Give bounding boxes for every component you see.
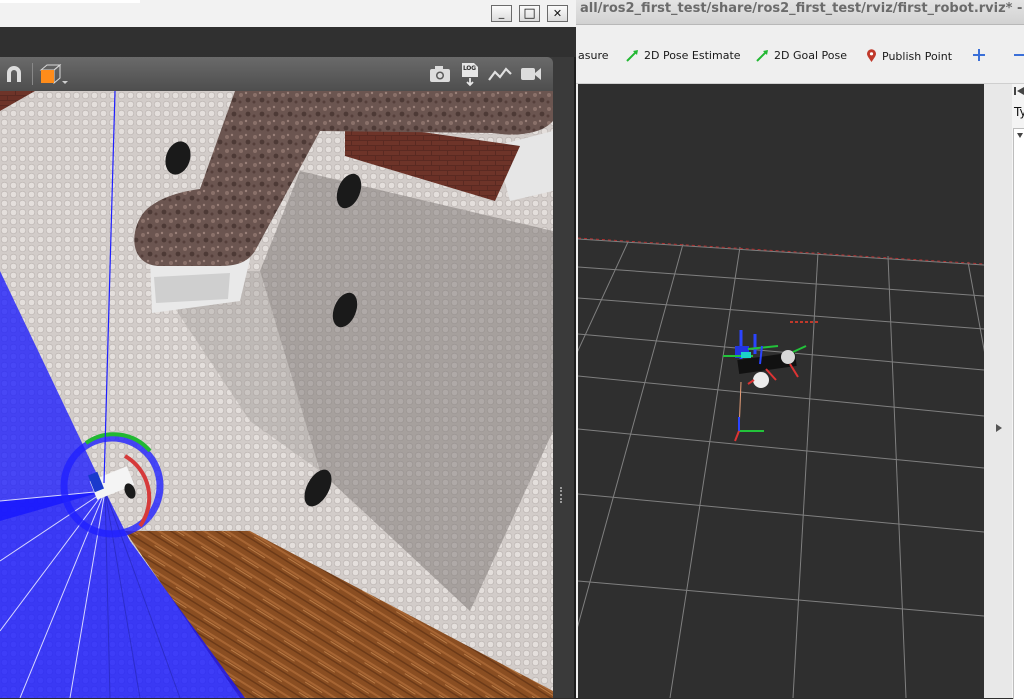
remove-tool-button[interactable] [1014, 49, 1024, 61]
maximize-button[interactable]: □ [519, 5, 540, 22]
tree-expand-icon[interactable] [1017, 133, 1023, 138]
robot-model [723, 330, 807, 388]
rviz-window-title: all/ros2_first_test/share/ros2_first_tes… [580, 1, 1024, 16]
titlebar-highlight [0, 0, 140, 3]
close-button[interactable]: ✕ [547, 5, 568, 22]
gazebo-side-splitter[interactable] [553, 57, 574, 698]
gazebo-view-toolbar: LOG [0, 57, 553, 91]
measure-tool-button[interactable]: asure [578, 49, 609, 62]
counter-cabinet-panel [154, 273, 230, 303]
plot-icon[interactable] [488, 66, 512, 82]
map-pin-icon [867, 49, 876, 62]
gazebo-scene-render [0, 91, 553, 698]
gazebo-menubar [0, 27, 576, 57]
rviz-panel-splitter[interactable] [984, 84, 1013, 698]
plus-icon [973, 49, 985, 61]
gazebo-3d-scene[interactable] [0, 91, 553, 698]
goal-pose-tool-label: 2D Goal Pose [774, 49, 847, 62]
green-arrow-icon [626, 50, 638, 62]
translucent-box-icon[interactable] [38, 62, 68, 86]
measure-tool-label: asure [578, 49, 609, 62]
gazebo-window: _ □ ✕ LOG [0, 0, 576, 698]
minimize-icon: _ [498, 5, 505, 19]
minimize-button[interactable]: _ [491, 5, 512, 22]
add-tool-button[interactable] [973, 49, 990, 61]
world-origin-axes [734, 381, 764, 442]
log-icon-text: LOG [463, 65, 476, 72]
pose-estimate-tool-label: 2D Pose Estimate [644, 49, 741, 62]
camera-screenshot-icon[interactable] [428, 65, 452, 83]
gazebo-titlebar[interactable]: _ □ ✕ [0, 0, 576, 27]
green-arrow-icon [756, 50, 768, 62]
rviz-3d-viewport[interactable] [578, 84, 984, 698]
log-icon[interactable]: LOG [459, 62, 481, 87]
panel-collapse-icon[interactable] [1014, 86, 1024, 96]
magnet-icon[interactable] [4, 65, 24, 83]
video-record-icon[interactable] [520, 66, 542, 82]
expand-arrow-icon [996, 424, 1002, 432]
publish-point-tool-label: Publish Point [882, 49, 953, 63]
close-icon: ✕ [552, 6, 563, 20]
publish-point-tool-button[interactable]: Publish Point [866, 49, 952, 63]
goal-pose-tool-button[interactable]: 2D Goal Pose [756, 49, 847, 62]
splitter-handle[interactable] [560, 487, 564, 503]
properties-tree[interactable] [1013, 128, 1024, 699]
type-column-label: Ty [1014, 105, 1024, 119]
maximize-icon: □ [523, 5, 536, 21]
pose-estimate-tool-button[interactable]: 2D Pose Estimate [626, 49, 741, 62]
rviz-grid [578, 237, 984, 698]
minus-icon [1014, 54, 1024, 56]
toolbar-separator [32, 63, 33, 85]
